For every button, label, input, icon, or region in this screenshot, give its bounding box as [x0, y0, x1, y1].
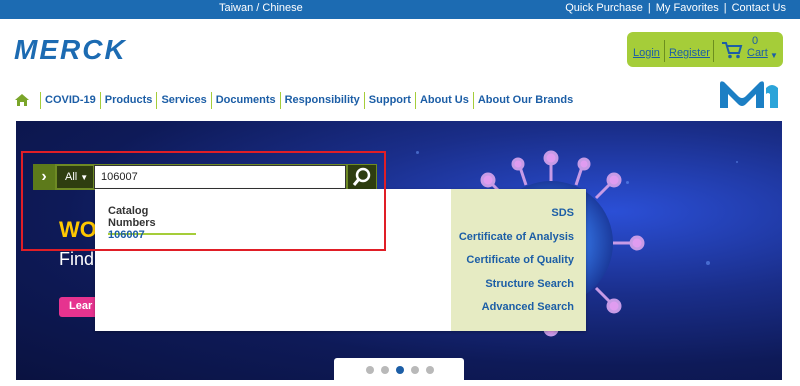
divider	[664, 40, 665, 62]
merck-logo[interactable]: MERCK	[14, 35, 148, 63]
home-icon[interactable]	[14, 93, 30, 107]
suggestions-panel: Catalog Numbers 106007	[95, 189, 451, 331]
nav-item-covid19[interactable]: COVID-19	[40, 91, 100, 109]
nav-item-about-us[interactable]: About Us	[414, 91, 473, 109]
divider: |	[723, 2, 727, 14]
advanced-search-link[interactable]: Advanced Search	[482, 301, 574, 313]
structure-search-link[interactable]: Structure Search	[485, 278, 574, 290]
login-link[interactable]: Login	[633, 47, 660, 59]
top-bar: Taiwan / Chinese Quick Purchase | My Favor…	[0, 0, 800, 19]
contact-us-link[interactable]: Contact Us	[732, 2, 786, 14]
search-button[interactable]	[348, 165, 376, 189]
hero-subheadline: Find	[59, 249, 95, 269]
locale-selector[interactable]: Taiwan / Chinese	[219, 2, 303, 14]
learn-more-button[interactable]: Lear	[59, 297, 99, 317]
search-scope-label: All	[65, 171, 78, 183]
sds-link[interactable]: SDS	[551, 207, 574, 219]
logo-text: MERCK	[14, 35, 127, 63]
nav-item-services[interactable]: Services	[156, 91, 210, 109]
main-nav: COVID-19 Products Services Documents Res…	[14, 90, 577, 110]
sparkle	[706, 261, 710, 265]
sparkle	[416, 151, 419, 154]
cart-icon[interactable]	[721, 41, 743, 59]
quick-links-panel: SDS Certificate of Analysis Certificate …	[451, 189, 586, 331]
divider	[713, 40, 714, 62]
chevron-down-icon: ▼	[80, 173, 89, 182]
divider: |	[647, 2, 651, 14]
utility-links: Quick Purchase | My Favorites | Contact Us	[565, 2, 786, 14]
account-box: Login Register 0 Cart ▼	[627, 32, 783, 67]
quick-purchase-link[interactable]: Quick Purchase	[565, 2, 643, 14]
cart-count: 0	[752, 35, 759, 47]
search-icon	[352, 167, 371, 186]
certificate-of-quality-link[interactable]: Certificate of Quality	[466, 254, 574, 266]
carousel-dot[interactable]	[366, 366, 374, 374]
m-brand-logo	[720, 81, 778, 108]
register-link[interactable]: Register	[669, 47, 710, 59]
carousel-dot[interactable]	[411, 366, 419, 374]
search-suggestions-dropdown: Catalog Numbers 106007 SDS Certificate o…	[95, 189, 586, 331]
carousel-indicator	[334, 358, 464, 380]
nav-item-responsibility[interactable]: Responsibility	[279, 91, 364, 109]
carousel-dot-active[interactable]	[396, 366, 404, 374]
certificate-of-analysis-link[interactable]: Certificate of Analysis	[459, 231, 574, 243]
sparkle	[736, 161, 738, 163]
my-favorites-link[interactable]: My Favorites	[656, 2, 719, 14]
cart-link[interactable]: Cart	[747, 47, 768, 59]
search-scope-select[interactable]: All ▼	[57, 166, 93, 188]
carousel-dot[interactable]	[426, 366, 434, 374]
nav-item-products[interactable]: Products	[99, 91, 157, 109]
search-input[interactable]	[94, 165, 346, 189]
nav-item-about-our-brands[interactable]: About Our Brands	[472, 91, 577, 109]
suggestion-item[interactable]: 106007	[108, 229, 145, 241]
nav-item-support[interactable]: Support	[363, 91, 415, 109]
carousel-dot[interactable]	[381, 366, 389, 374]
chevron-right-icon[interactable]: ›	[33, 164, 55, 190]
chevron-down-icon[interactable]: ▼	[770, 51, 778, 60]
nav-item-documents[interactable]: Documents	[210, 91, 280, 109]
hero-headline: WO	[59, 217, 97, 242]
search-bar: › All ▼	[33, 164, 377, 190]
